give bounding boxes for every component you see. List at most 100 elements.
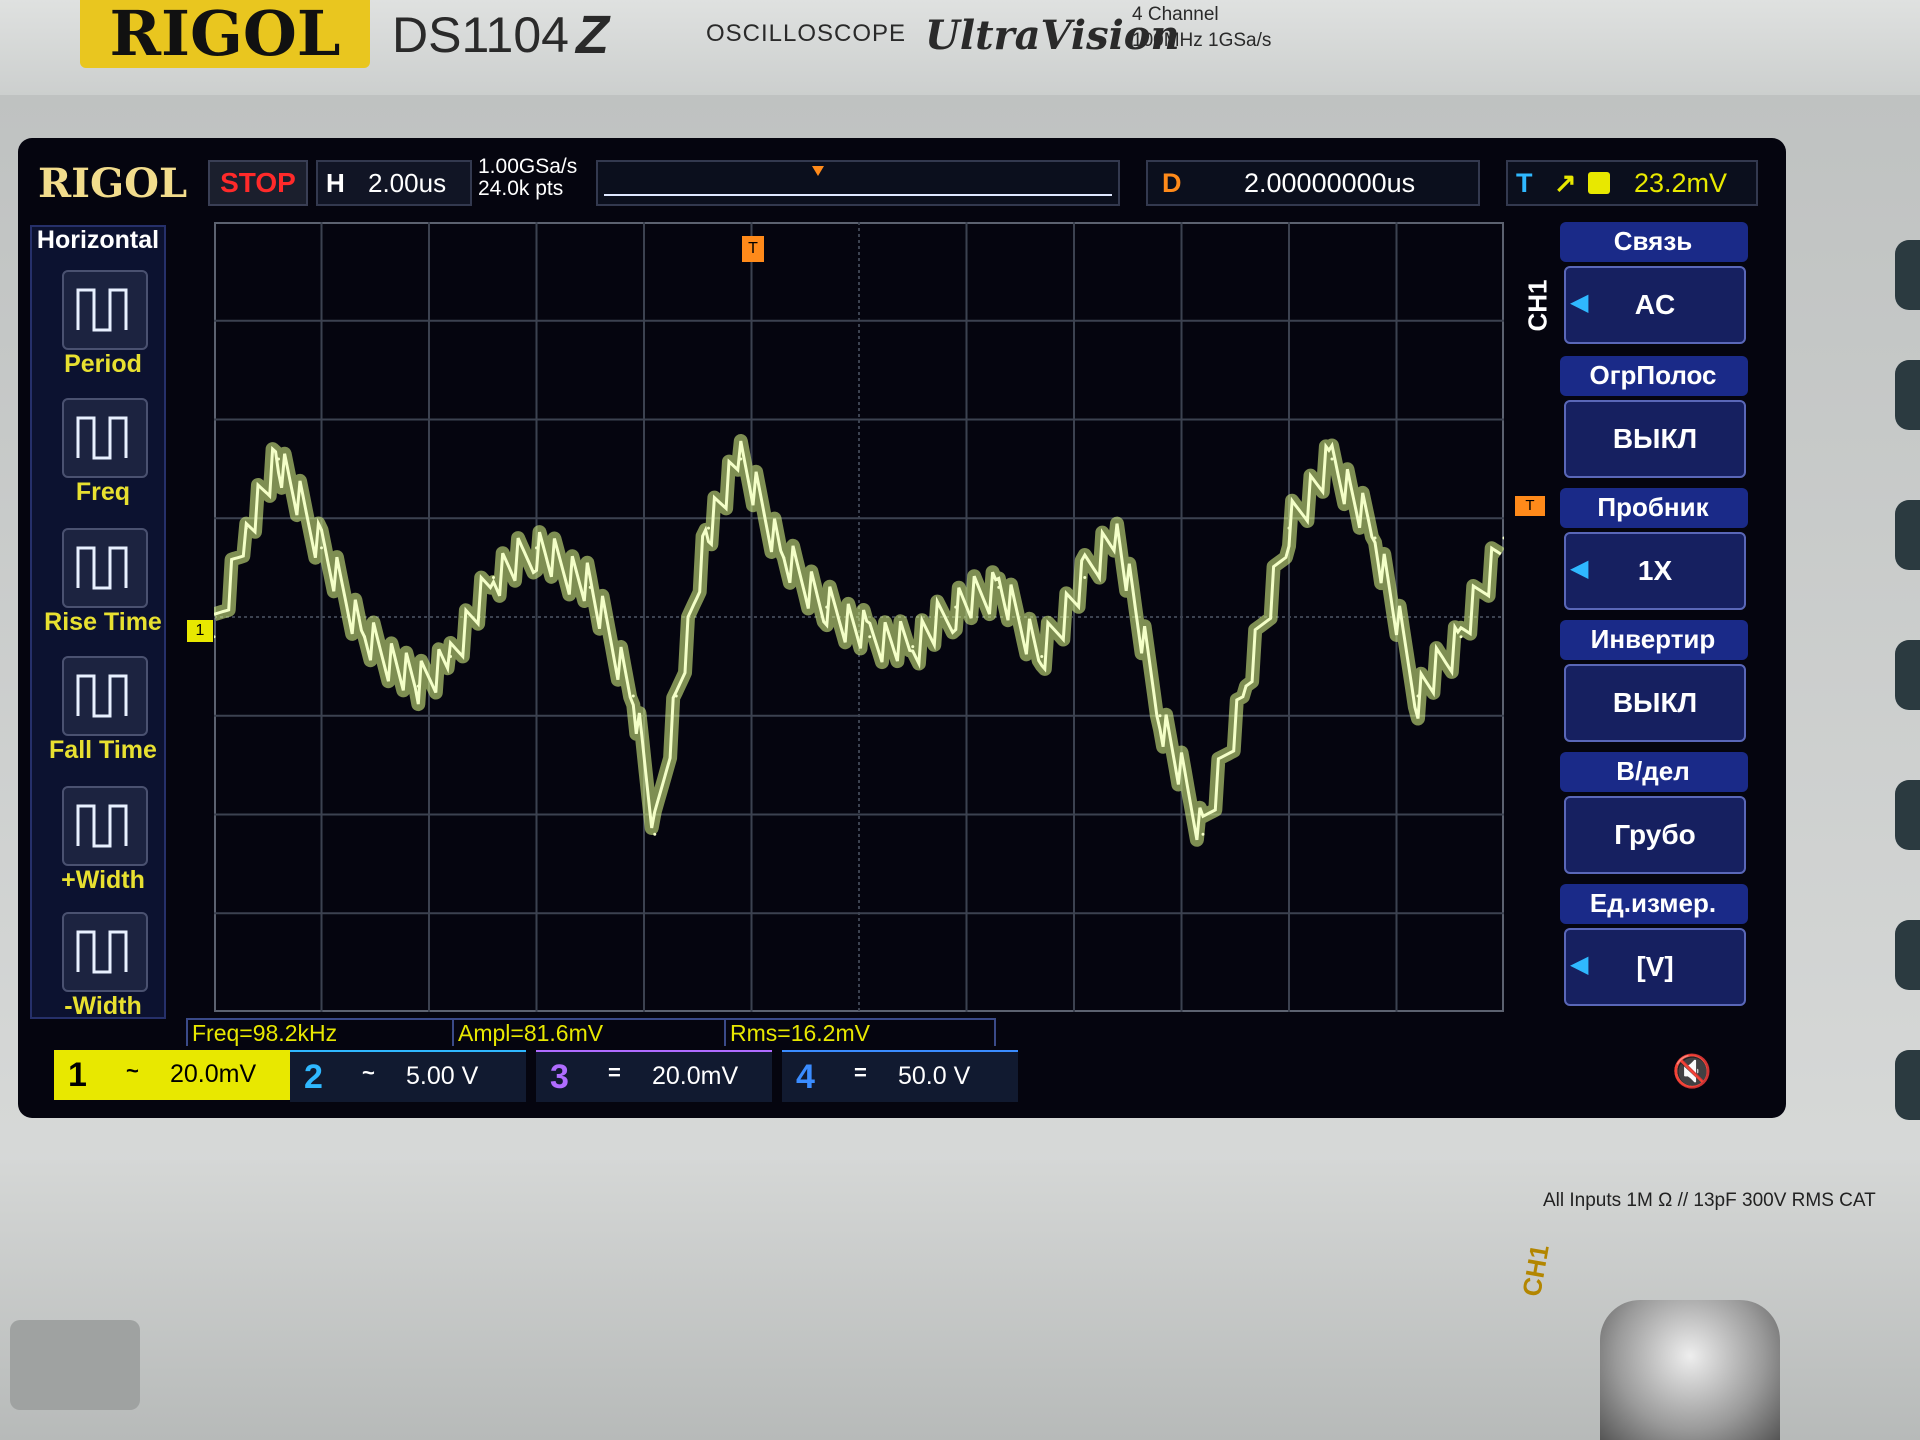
right-menu-label: ОгрПолос xyxy=(1589,360,1717,390)
ch1-bnc-connector[interactable] xyxy=(1600,1300,1780,1440)
channel-number: 2 xyxy=(304,1058,323,1096)
side-knob[interactable] xyxy=(1895,780,1920,850)
ch1-waveform-trace xyxy=(213,440,1502,841)
waveform-point xyxy=(1083,576,1087,579)
delay-value: 2.00000000us xyxy=(1244,168,1416,198)
delay-label: D xyxy=(1162,168,1182,198)
left-menu-label: +Width xyxy=(61,866,145,894)
waveform-point xyxy=(320,546,323,550)
freq-measurement: Freq=98.2kHz xyxy=(186,1018,458,1046)
left-arrow-icon: ◀ xyxy=(1570,951,1589,978)
right-menu-button[interactable]: ВЫКЛ xyxy=(1564,400,1746,478)
trigger-time-marker[interactable]: T xyxy=(742,236,764,262)
right-menu-button[interactable]: [V] xyxy=(1564,928,1746,1006)
left-menu-title: Horizontal xyxy=(36,226,160,254)
mute-icon[interactable]: 🔇 xyxy=(1672,1052,1712,1090)
ch1-ground-marker[interactable]: 1 xyxy=(187,620,213,642)
side-knob[interactable] xyxy=(1895,920,1920,990)
right-menu-button[interactable]: 1X xyxy=(1564,532,1746,610)
left-menu-label: Freq xyxy=(75,478,131,506)
right-menu-button[interactable]: AC xyxy=(1564,266,1746,344)
left-arrow-icon: ◀ xyxy=(1570,289,1589,316)
waveform-point xyxy=(825,605,829,609)
side-knob[interactable] xyxy=(1895,500,1920,570)
waveform-point xyxy=(1459,635,1463,639)
channel-3-indicator[interactable]: 3 = 20.0mV xyxy=(536,1050,772,1102)
left-menu-label: -Width xyxy=(64,992,142,1020)
waveform-point xyxy=(449,655,452,658)
period-icon[interactable] xyxy=(62,270,148,350)
channel-scale: 5.00 V xyxy=(406,1062,479,1090)
right-menu-label: Ед.измер. xyxy=(1589,888,1717,918)
waveform-point xyxy=(674,694,678,698)
left-arrow-icon: ◀ xyxy=(1570,555,1589,582)
left-menu-label: Period xyxy=(64,350,142,378)
left-menu-label: Fall Time xyxy=(49,736,157,764)
waveform-point xyxy=(535,546,538,550)
side-knob[interactable] xyxy=(1895,360,1920,430)
run-state-badge[interactable]: STOP xyxy=(208,160,308,206)
waveform-area[interactable] xyxy=(209,222,1506,1012)
waveform-point xyxy=(244,526,248,530)
right-menu-label: Пробник xyxy=(1597,492,1709,522)
channel-scale: 20.0mV xyxy=(652,1062,739,1090)
power-button[interactable] xyxy=(10,1320,140,1410)
category-label: OSCILLOSCOPE xyxy=(706,20,907,47)
rise-time-icon[interactable] xyxy=(62,528,148,608)
side-knob[interactable] xyxy=(1895,1050,1920,1120)
memory-overview-bar xyxy=(596,160,1120,206)
horizontal-label: H xyxy=(326,168,345,198)
coupling-icon: ~ xyxy=(362,1060,375,1085)
input-rating-label: All Inputs 1M Ω // 13pF 300V RMS CAT xyxy=(1543,1190,1876,1211)
trigger-position-marker xyxy=(812,166,824,176)
channel-number: 4 xyxy=(796,1058,815,1096)
channel-number: 3 xyxy=(550,1058,569,1096)
model-suffix: Z xyxy=(576,5,609,65)
trigger-level-marker[interactable]: T xyxy=(1515,496,1545,516)
waveform-point xyxy=(1158,714,1162,718)
side-knob[interactable] xyxy=(1895,640,1920,710)
waveform-point xyxy=(1201,832,1205,836)
channel-1-indicator[interactable]: 1 ~20.0mV xyxy=(54,1050,290,1100)
memory-waveform-icon xyxy=(604,166,1112,196)
channel-2-indicator[interactable]: 2 ~5.00 V xyxy=(290,1050,526,1102)
waveform-point xyxy=(1416,694,1420,698)
right-menu-label: В/дел xyxy=(1616,756,1690,786)
model-name: DS1104 xyxy=(392,7,569,63)
rising-edge-icon: ↗ xyxy=(1554,168,1577,198)
timebase-value: 2.00us xyxy=(368,168,447,198)
trigger-label: T xyxy=(1516,168,1533,198)
waveform-point xyxy=(954,605,958,609)
waveform-point xyxy=(911,645,915,649)
right-menu-button[interactable]: Грубо xyxy=(1564,796,1746,874)
brand-logo: RIGOL xyxy=(80,0,370,68)
waveform-point xyxy=(653,832,657,836)
waveform-point xyxy=(1373,536,1377,540)
waveform-point xyxy=(1115,526,1119,530)
freq-icon[interactable] xyxy=(62,398,148,478)
right-menu-button[interactable]: ВЫКЛ xyxy=(1564,664,1746,742)
waveform-point xyxy=(707,526,710,530)
timebase-indicator[interactable]: H 2.00us xyxy=(316,160,472,206)
waveform-point xyxy=(416,684,420,688)
channel-4-indicator[interactable]: 4 = 50.0 V xyxy=(782,1050,1018,1102)
waveform-point xyxy=(1040,655,1044,658)
channel-scale: 50.0 V xyxy=(898,1062,971,1090)
waveform-point xyxy=(277,457,280,461)
sample-rate: 1.00GSa/s xyxy=(478,155,578,178)
spec-channels: 4 Channel xyxy=(1132,4,1219,25)
fall-time-icon[interactable] xyxy=(62,656,148,736)
pos-width-icon[interactable] xyxy=(62,786,148,866)
channel-scale: 20.0mV xyxy=(170,1060,257,1088)
trigger-indicator[interactable]: T ↗ 23.2mV xyxy=(1506,160,1758,206)
waveform-point xyxy=(739,457,743,461)
waveform-display xyxy=(209,222,1506,1012)
delay-indicator[interactable]: D 2.00000000us xyxy=(1146,160,1480,206)
waveform-point xyxy=(631,694,635,698)
waveform-point xyxy=(588,585,592,589)
neg-width-icon[interactable] xyxy=(62,912,148,992)
side-knob[interactable] xyxy=(1895,240,1920,310)
waveform-point xyxy=(1244,684,1248,688)
waveform-point xyxy=(997,585,1001,589)
coupling-icon: = xyxy=(608,1060,621,1085)
